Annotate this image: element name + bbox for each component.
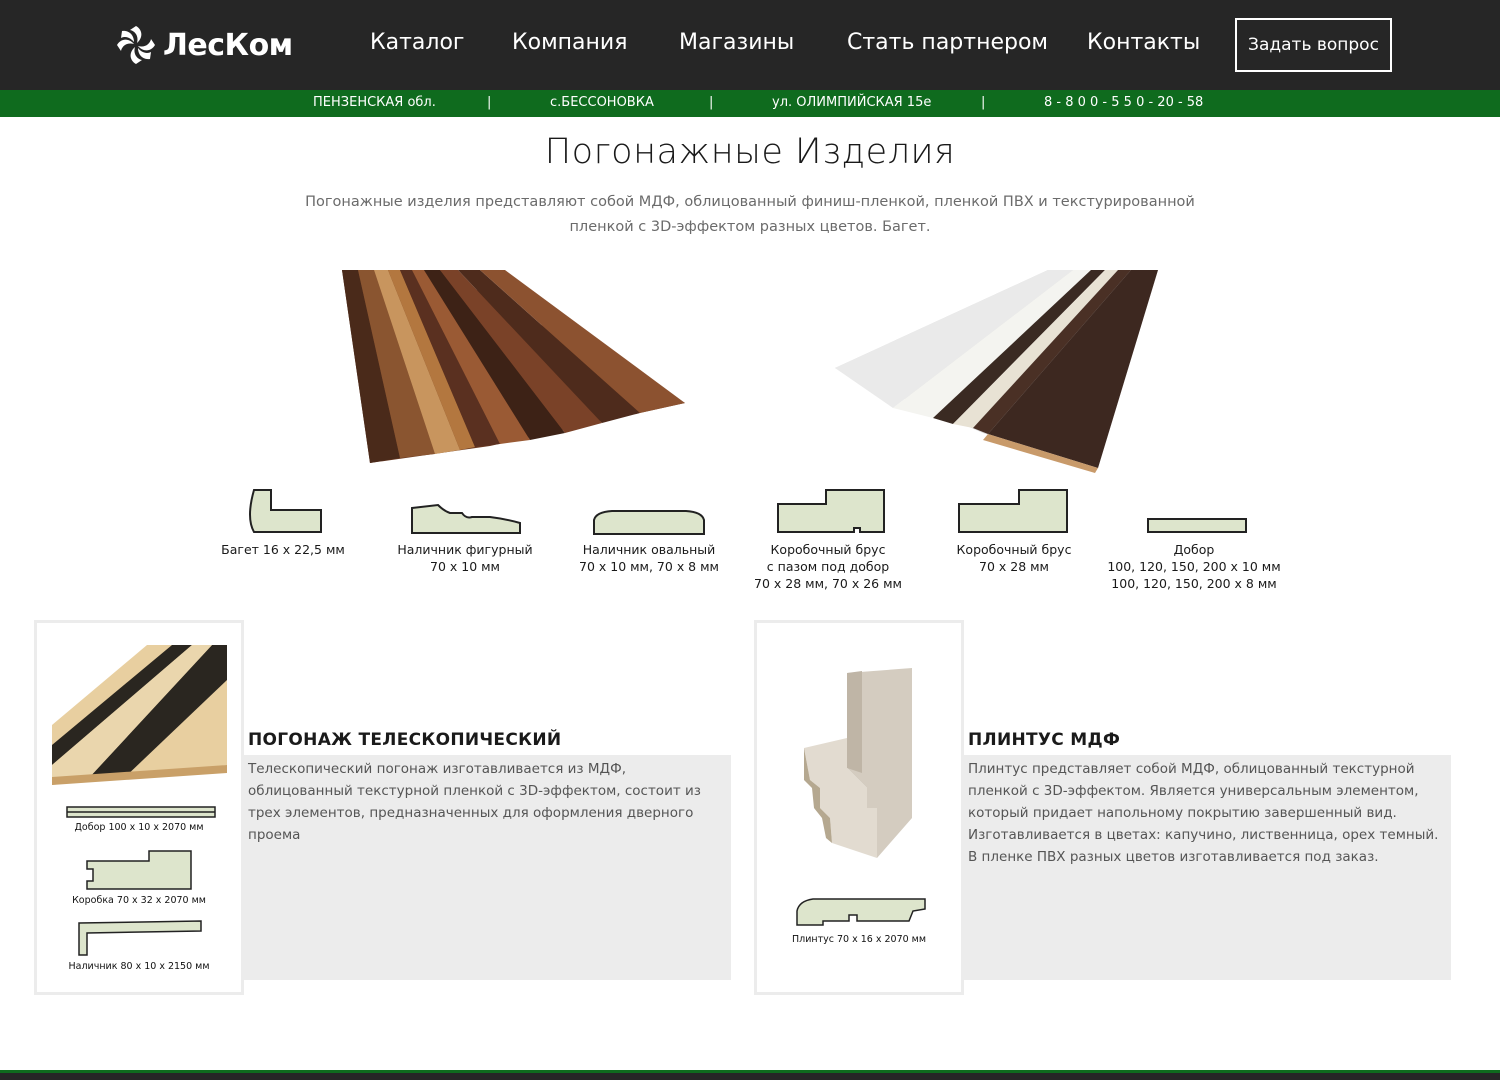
info-village: с.БЕССОНОВКА	[550, 95, 654, 110]
figured-casing-profile-icon	[411, 503, 521, 534]
site-header: ЛесКом Каталог Компания Магазины Стать п…	[0, 0, 1500, 90]
logo[interactable]: ЛесКом	[113, 22, 293, 68]
frame-profile-icon	[958, 489, 1068, 533]
info-separator: |	[981, 95, 986, 110]
info-region: ПЕНЗЕНСКАЯ обл.	[313, 95, 436, 110]
info-street: ул. ОЛИМПИЙСКАЯ 15е	[772, 95, 932, 110]
nav-contacts[interactable]: Контакты	[1087, 30, 1200, 55]
telescopic-label: Наличник 80 х 10 х 2150 мм	[68, 961, 210, 972]
telescopic-card-text: Телескопический погонаж изготавливается …	[248, 761, 701, 843]
page-title: Погонажные Изделия	[544, 132, 956, 172]
profile-label: Коробочный брус 70 х 28 мм	[956, 542, 1072, 574]
nav-become-partner[interactable]: Стать партнером	[847, 30, 1048, 55]
light-mouldings-image	[835, 270, 1158, 473]
skirting-card-image: Плинтус 70 х 16 х 2070 мм	[754, 620, 964, 995]
extension-board-profile-icon	[1147, 518, 1247, 533]
baguette-profile-icon	[249, 489, 322, 533]
frame-with-groove-profile-icon	[777, 489, 885, 533]
telescopic-label: Коробка 70 х 32 х 2070 мм	[72, 895, 206, 906]
profile-label: Коробочный брус с пазом под добор 70 х 2…	[754, 542, 902, 591]
dark-mouldings-image	[342, 270, 685, 463]
skirting-label: Плинтус 70 х 16 х 2070 мм	[791, 934, 927, 945]
profile-label: Наличник фигурный 70 х 10 мм	[397, 542, 533, 574]
page-intro: Погонажные изделия представляют собой МД…	[305, 194, 1195, 235]
contact-info-bar: ПЕНЗЕНСКАЯ обл. | с.БЕССОНОВКА | ул. ОЛИ…	[0, 90, 1500, 117]
info-separator: |	[709, 95, 714, 110]
profile-label: Багет 16 х 22,5 мм	[221, 542, 345, 557]
info-phone[interactable]: 8 - 8 0 0 - 5 5 0 - 20 - 58	[1044, 95, 1203, 110]
profile-label: Наличник овальный 70 х 10 мм, 70 х 8 мм	[579, 542, 719, 574]
telescopic-card-title: ПОГОНАЖ ТЕЛЕСКОПИЧЕСКИЙ	[248, 730, 562, 750]
skirting-board-image	[804, 668, 912, 858]
skirting-card-title: ПЛИНТУС МДФ	[968, 730, 1121, 750]
ask-question-button[interactable]: Задать вопрос	[1235, 18, 1392, 72]
skirting-profile-icon	[796, 898, 926, 926]
brand-name: ЛесКом	[163, 27, 293, 63]
nav-company[interactable]: Компания	[512, 30, 627, 55]
casing-profile-icon	[78, 920, 202, 956]
box-profile-icon	[86, 850, 192, 890]
telescopic-label: Добор 100 х 10 х 2070 мм	[74, 822, 204, 833]
extension-profile-icon	[66, 806, 216, 818]
telescopic-card-image: Добор 100 х 10 х 2070 мм Коробка 70 х 32…	[34, 620, 244, 995]
nav-catalog[interactable]: Каталог	[370, 30, 464, 55]
footer-edge	[0, 1070, 1500, 1080]
nav-stores[interactable]: Магазины	[679, 30, 794, 55]
info-separator: |	[487, 95, 492, 110]
skirting-card-text: Плинтус представляет собой МДФ, облицова…	[968, 761, 1439, 865]
telescopic-moulding-image	[52, 645, 227, 785]
logo-icon	[117, 26, 155, 64]
profile-label: Добор 100, 120, 150, 200 х 10 мм 100, 12…	[1107, 542, 1281, 591]
oval-casing-profile-icon	[593, 510, 705, 535]
